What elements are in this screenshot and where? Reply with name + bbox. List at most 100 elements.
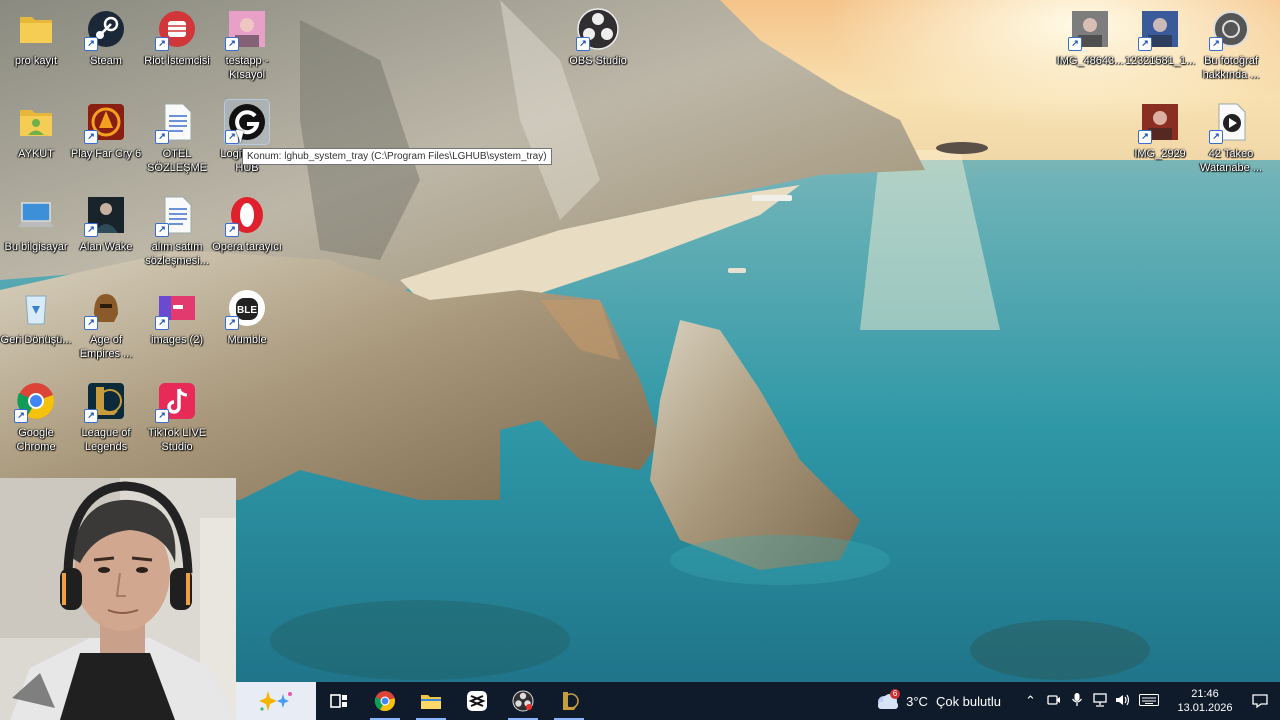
pc-icon xyxy=(14,193,58,237)
copilot-sparkle-icon xyxy=(259,691,292,711)
steam-icon: ↗ xyxy=(84,7,128,51)
desktop-icon-aykut[interactable]: AYKUT xyxy=(1,100,71,161)
desktop-icon-label: 12321581_1... xyxy=(1124,55,1196,67)
desktop-icon-bilgisayar[interactable]: Bu bilgisayar xyxy=(1,193,71,254)
camera-icon: ↗ xyxy=(1209,7,1253,51)
taskbar-file-explorer-button[interactable] xyxy=(408,682,454,720)
taskbar-chrome-button[interactable] xyxy=(362,682,408,720)
man-icon: ↗ xyxy=(84,193,128,237)
fire-icon: ↗ xyxy=(84,100,128,144)
volume-icon[interactable] xyxy=(1111,693,1134,710)
desktop-icon-opera[interactable]: ↗ Opera tarayıcı xyxy=(212,193,282,254)
taskbar-clock[interactable]: 21:46 13.01.2026 xyxy=(1170,687,1240,715)
shortcut-arrow-icon: ↗ xyxy=(155,37,169,51)
shortcut-arrow-icon: ↗ xyxy=(84,130,98,144)
desktop-icon-lol[interactable]: ↗ League of Legends xyxy=(71,379,141,454)
network-icon[interactable] xyxy=(1088,692,1111,710)
play-icon: ↗ xyxy=(1209,100,1253,144)
desktop-icon-fotograf[interactable]: ↗ Bu fotoğraf hakkında ... xyxy=(1196,7,1266,82)
task-view-button[interactable] xyxy=(316,682,362,720)
obs-icon: ↗ xyxy=(576,7,620,51)
shortcut-arrow-icon: ↗ xyxy=(225,223,239,237)
shortcut-arrow-icon: ↗ xyxy=(14,409,28,423)
icon-tooltip: Konum: lghub_system_tray (C:\Program Fil… xyxy=(242,148,552,165)
desktop-icon-otel[interactable]: ↗ OTEL SÖZLEŞME xyxy=(142,100,212,175)
desktop-icon-riot[interactable]: ↗ Riot İstemcisi xyxy=(142,7,212,68)
desktop-icon-label: IMG_48643... xyxy=(1056,55,1124,67)
desktop-icon-geri[interactable]: Geri Dönüşü... xyxy=(1,286,71,347)
cloud-icon: 6 xyxy=(874,689,901,710)
taskbar-league-button[interactable] xyxy=(546,682,592,720)
mumble-icon: BLE ↗ xyxy=(225,286,269,330)
G-icon: ↗ xyxy=(224,99,270,145)
shortcut-arrow-icon: ↗ xyxy=(1209,130,1223,144)
photo-icon: ↗ xyxy=(1138,100,1182,144)
desktop-icon-img123[interactable]: ↗ 12321581_1... xyxy=(1125,7,1195,68)
notification-icon xyxy=(1252,694,1268,709)
folder-icon xyxy=(421,695,441,709)
shortcut-arrow-icon: ↗ xyxy=(155,223,169,237)
shortcut-arrow-icon: ↗ xyxy=(1138,130,1152,144)
notifications-button[interactable] xyxy=(1240,693,1280,709)
shortcut-arrow-icon: ↗ xyxy=(84,37,98,51)
document-icon: ↗ xyxy=(155,100,199,144)
desktop-icon-label: IMG_2929 xyxy=(1134,148,1186,160)
chevron-up-icon[interactable]: ⌃ xyxy=(1019,693,1042,709)
desktop-icon-pro-kayit[interactable]: pro kayıt xyxy=(1,7,71,68)
desktop-icon-steam[interactable]: ↗ Steam xyxy=(71,7,141,68)
desktop-icon-tiktok[interactable]: ↗ TikTok LIVE Studio xyxy=(142,379,212,454)
microphone-icon[interactable] xyxy=(1065,692,1088,710)
desktop-icon-label: pro kayıt xyxy=(14,55,58,67)
taskbar-obs-button[interactable] xyxy=(500,682,546,720)
shortcut-arrow-icon: ↗ xyxy=(155,316,169,330)
shortcut-arrow-icon: ↗ xyxy=(84,223,98,237)
shortcut-arrow-icon: ↗ xyxy=(576,37,590,51)
desktop-icon-images[interactable]: ↗ images (2) xyxy=(142,286,212,347)
image-icon: ↗ xyxy=(155,286,199,330)
shortcut-arrow-icon: ↗ xyxy=(84,316,98,330)
taskbar: 6 3°C Çok bulutlu ⌃ 21:46 13.01.2026 xyxy=(236,682,1280,720)
taskbar-capcut-button[interactable] xyxy=(454,682,500,720)
capcut-icon xyxy=(467,691,487,711)
start-button[interactable] xyxy=(236,682,316,720)
desktop-icon-label: images (2) xyxy=(151,334,203,346)
system-tray: 6 3°C Çok bulutlu ⌃ 21:46 13.01.2026 xyxy=(874,682,1280,720)
desktop-icon-aoe[interactable]: ↗ Age of Empires ... xyxy=(71,286,141,361)
shortcut-arrow-icon: ↗ xyxy=(1209,37,1223,51)
desktop-icon-chrome[interactable]: ↗ Google Chrome xyxy=(1,379,71,454)
desktop-icon-label: Age of Empires ... xyxy=(79,334,133,360)
clock-date: 13.01.2026 xyxy=(1177,702,1233,714)
shortcut-arrow-icon: ↗ xyxy=(225,37,239,51)
desktop-icon-label: Opera tarayıcı xyxy=(212,241,282,253)
desktop-icon-label: OBS Studio xyxy=(569,55,627,67)
desktop-icon-label: Bu bilgisayar xyxy=(4,241,68,253)
desktop-icon-obs[interactable]: ↗ OBS Studio xyxy=(563,7,633,68)
desktop-icon-alim[interactable]: ↗ alım satım sözleşmesi... xyxy=(142,193,212,268)
desktop-icon-img486[interactable]: ↗ IMG_48643... xyxy=(1055,7,1125,68)
keyboard-icon[interactable] xyxy=(1134,693,1164,709)
photo-icon: ↗ xyxy=(225,7,269,51)
meet-now-icon[interactable] xyxy=(1042,693,1065,710)
L-icon: ↗ xyxy=(84,379,128,423)
desktop-icon-testapp[interactable]: ↗ testapp - Kısayol xyxy=(212,7,282,82)
webcam-overlay xyxy=(0,478,236,720)
obs-icon xyxy=(512,690,534,712)
desktop-icon-farcry[interactable]: ↗ Play Far Cry 6 xyxy=(71,100,141,161)
weather-temperature: 3°C xyxy=(906,693,928,709)
photo-icon: ↗ xyxy=(1068,7,1112,51)
fist-icon: ↗ xyxy=(155,7,199,51)
desktop-icon-takeo[interactable]: ↗ 42 Takeo Watanabe ... xyxy=(1196,100,1266,175)
shortcut-arrow-icon: ↗ xyxy=(84,409,98,423)
weather-widget[interactable]: 6 3°C Çok bulutlu xyxy=(874,689,1001,710)
desktop-icon-label: AYKUT xyxy=(18,148,54,160)
chrome-icon xyxy=(374,691,395,712)
desktop-icon-mumble[interactable]: BLE ↗ Mumble xyxy=(212,286,282,347)
desktop-icon-img2929[interactable]: ↗ IMG_2929 xyxy=(1125,100,1195,161)
weather-condition: Çok bulutlu xyxy=(935,693,1001,709)
desktop-icon-label: League of Legends xyxy=(81,427,131,453)
user-folder-icon xyxy=(14,100,58,144)
svg-text:BLE: BLE xyxy=(237,305,257,316)
desktop-icon-alanwake[interactable]: ↗ Alan Wake xyxy=(71,193,141,254)
desktop-icon-label: OTEL SÖZLEŞME xyxy=(147,148,207,174)
bin-icon xyxy=(14,286,58,330)
